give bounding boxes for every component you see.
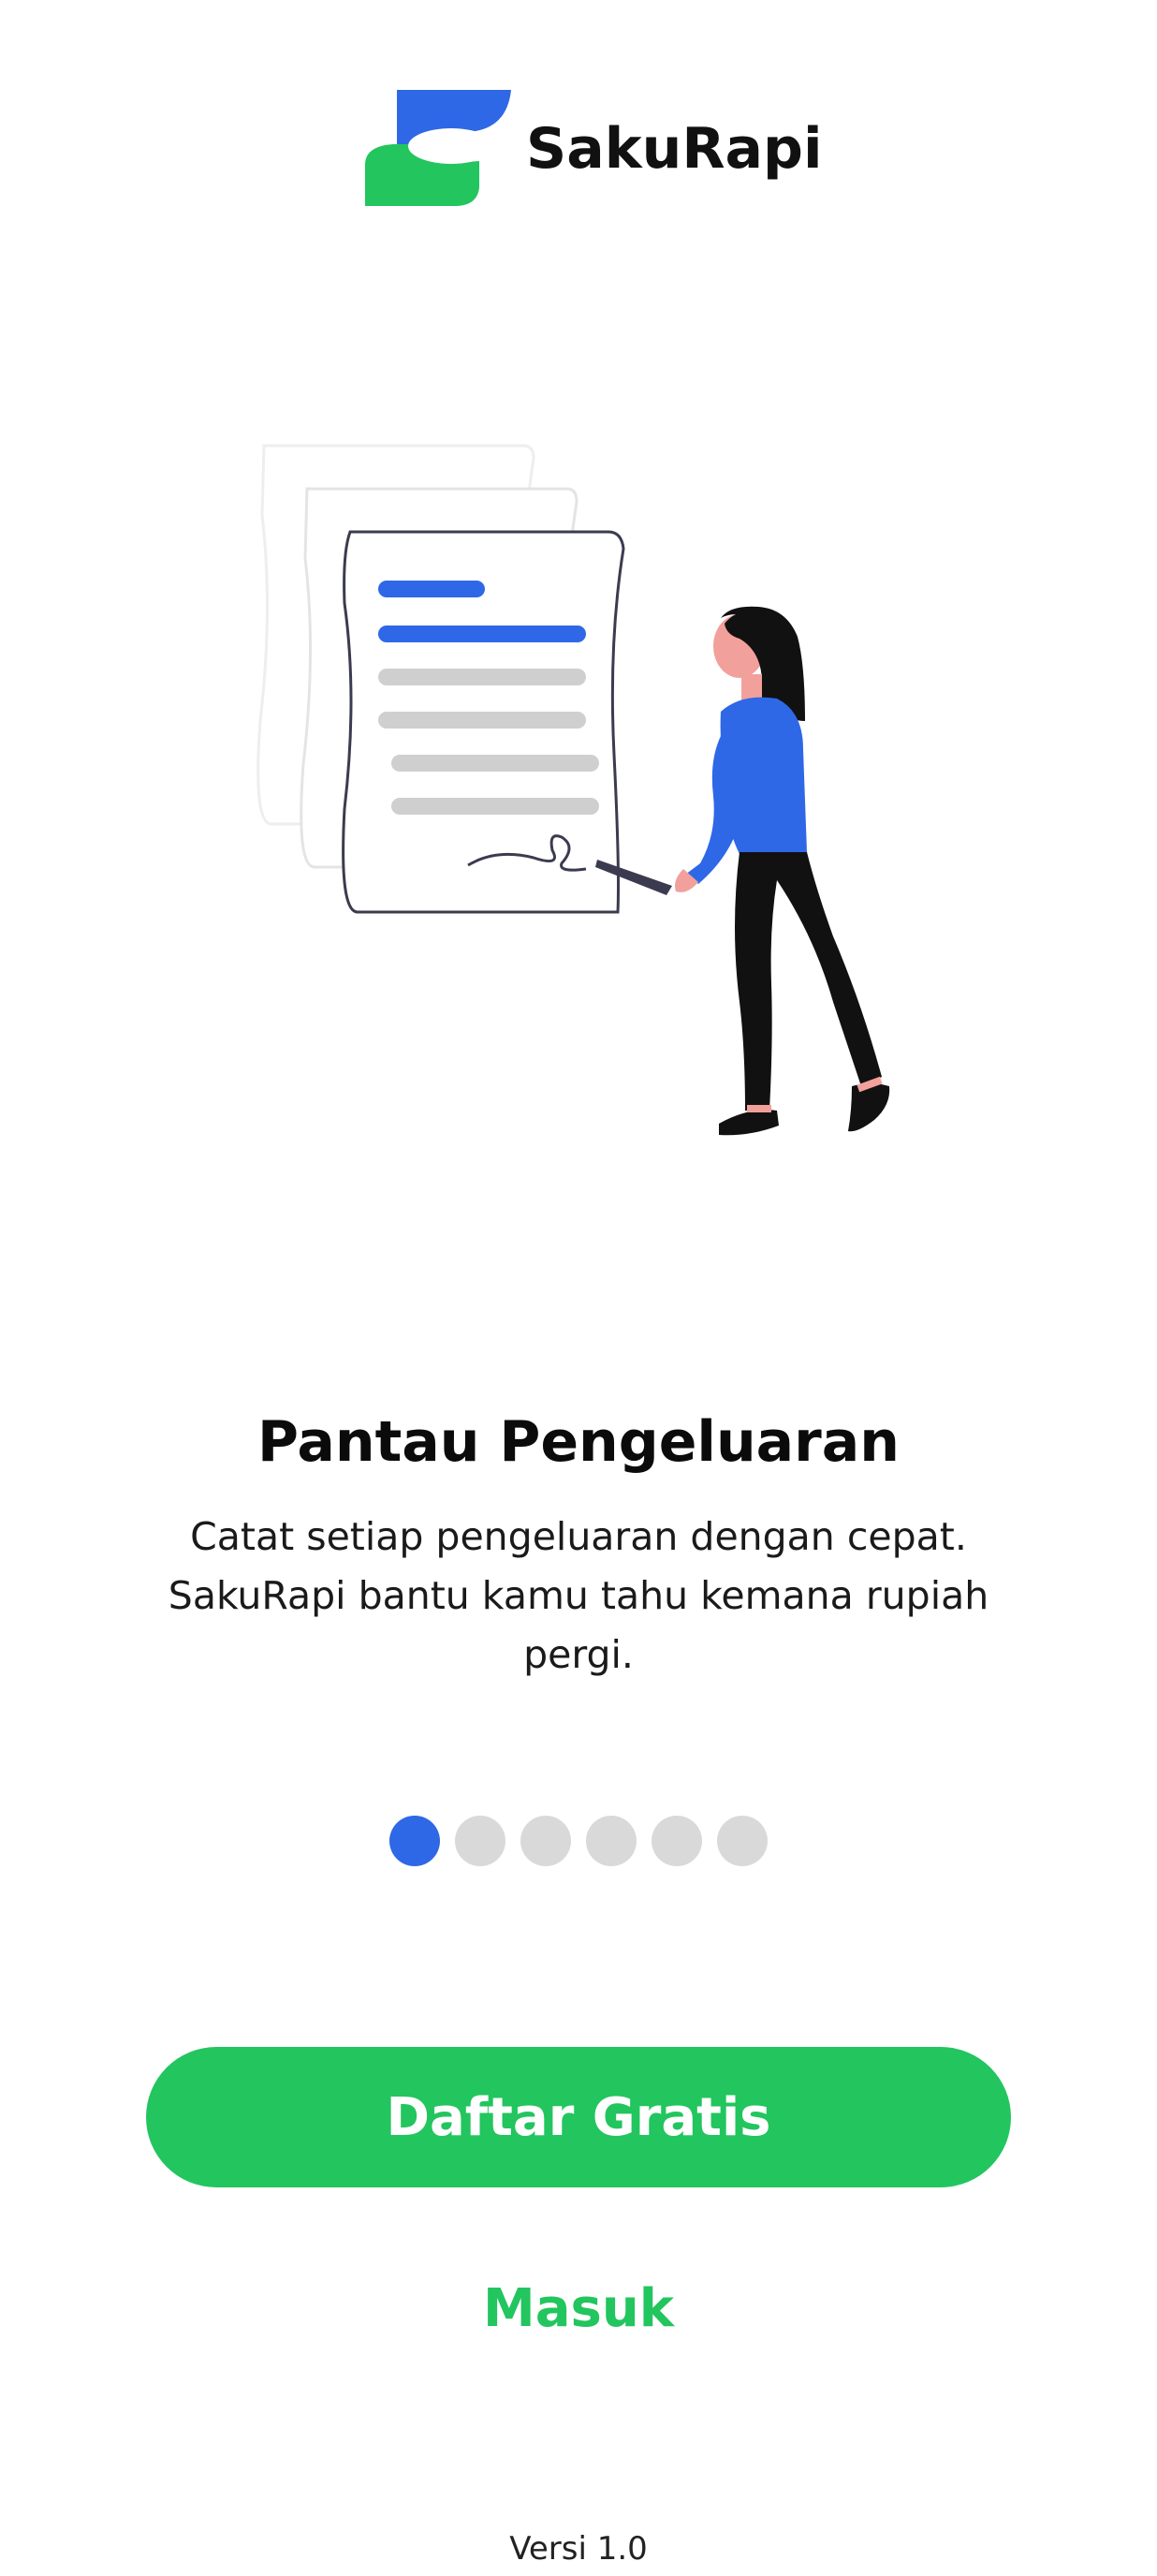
login-button[interactable]: Masuk xyxy=(391,2266,766,2350)
pagination-dot[interactable] xyxy=(717,1816,768,1866)
register-button[interactable]: Daftar Gratis xyxy=(146,2047,1011,2187)
app-name: SakuRapi xyxy=(526,116,823,182)
slide-description: Catat setiap pengeluaran dengan cepat. S… xyxy=(168,1514,989,1677)
sakurapi-logo-icon xyxy=(365,90,511,206)
pagination-dot[interactable] xyxy=(652,1816,702,1866)
pagination-dot[interactable] xyxy=(520,1816,571,1866)
version-label: Versi 1.0 xyxy=(509,2530,648,2568)
slide-title: Pantau Pengeluaran xyxy=(257,1409,900,1475)
pagination-dot[interactable] xyxy=(455,1816,505,1866)
app-header: SakuRapi xyxy=(0,90,1157,208)
document-signing-illustration xyxy=(256,444,890,1136)
pagination-dot-active[interactable] xyxy=(389,1816,440,1866)
pagination-dot[interactable] xyxy=(586,1816,637,1866)
pagination-dots xyxy=(0,1816,1157,1866)
